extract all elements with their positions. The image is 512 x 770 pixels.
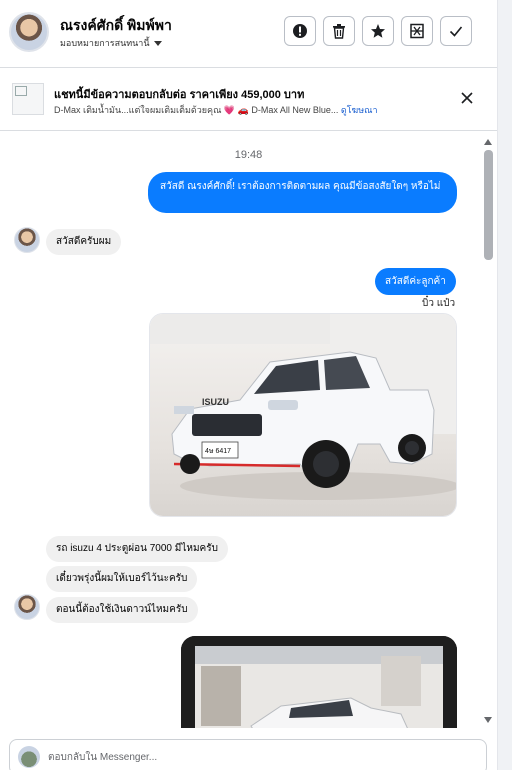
view-ad-link[interactable]: ดูโฆษณา (341, 105, 378, 115)
scroll-up-arrow[interactable] (484, 139, 492, 145)
ad-title: แชทนี้มีข้อความตอบกลับต่อ ราคาเพียง 459,… (54, 89, 305, 101)
assign-label: มอบหมายการสนทนานี้ (60, 38, 150, 48)
incoming-message: รถ isuzu 4 ประตูผ่อน 7000 มีไหมครับ (46, 536, 228, 562)
archive-icon (410, 23, 424, 39)
star-icon (371, 24, 385, 38)
contact-name[interactable]: ณรงค์ศักดิ์ พิมพ์พา (60, 15, 172, 37)
checkmark-icon (449, 26, 463, 37)
header-actions (284, 16, 472, 46)
conversation-header: ณรงค์ศักดิ์ พิมพ์พา มอบหมายการสนทนานี้ (0, 0, 497, 68)
mark-done-button[interactable] (440, 16, 472, 46)
incoming-message: สวัสดีครับผม (46, 229, 122, 255)
page-avatar (18, 746, 40, 768)
truck-image: ISUZU 4ษ 6417 (150, 314, 456, 516)
mark-spam-button[interactable] (284, 16, 316, 46)
seen-by-label: บิ๋ว แป๋ว (422, 298, 456, 309)
incoming-message: เดี๋ยวพรุ่งนี้ผมให้เบอร์ไว้นะครับ (46, 566, 198, 592)
outgoing-message: สวัสดีค่ะลูกค้า (375, 268, 456, 295)
ad-context-bar: แชทนี้มีข้อความตอบกลับต่อ ราคาเพียง 459,… (0, 69, 497, 131)
ad-thumbnail-icon (12, 83, 44, 115)
assign-conversation-dropdown[interactable]: มอบหมายการสนทนานี้ (60, 36, 162, 50)
close-icon[interactable] (460, 91, 474, 105)
archive-button[interactable] (401, 16, 433, 46)
truck-photo[interactable] (181, 636, 457, 728)
ad-subtitle: D-Max เติมน้ำมัน...แต่ใจผมเติมเต็มด้วยคุ… (54, 105, 339, 115)
reply-input[interactable] (48, 748, 468, 766)
truck-photo[interactable]: ISUZU 4ษ 6417 (149, 313, 457, 517)
contact-avatar[interactable] (9, 12, 49, 52)
outgoing-message: สวัสดี ณรงค์ศักดิ์! เราต้องการติดตามผล ค… (148, 172, 457, 213)
scrollbar-thumb[interactable] (484, 150, 493, 260)
contact-avatar-small (14, 594, 40, 620)
trash-icon (333, 24, 345, 39)
scroll-down-arrow[interactable] (484, 717, 492, 723)
window-edge (497, 0, 512, 770)
truck-image (181, 636, 457, 728)
message-timestamp: 19:48 (234, 149, 263, 161)
license-plate: 4ษ 6417 (205, 448, 231, 455)
delete-button[interactable] (323, 16, 355, 46)
reply-composer (9, 739, 487, 770)
contact-avatar-small (14, 227, 40, 253)
chevron-down-icon (153, 40, 162, 46)
message-thread[interactable]: 19:48 สวัสดี ณรงค์ศักดิ์! เราต้องการติดต… (0, 132, 497, 728)
ad-subtitle-row: D-Max เติมน้ำมัน...แต่ใจผมเติมเต็มด้วยคุ… (54, 103, 378, 117)
alert-icon (293, 24, 307, 38)
incoming-message: ตอนนี้ต้องใช้เงินดาวน์ไหมครับ (46, 597, 198, 623)
svg-text:ISUZU: ISUZU (202, 397, 229, 407)
message-text: สวัสดี ณรงค์ศักดิ์! เราต้องการติดตามผล ค… (160, 181, 441, 192)
conversation-panel: ณรงค์ศักดิ์ พิมพ์พา มอบหมายการสนทนานี้ แ… (0, 0, 497, 770)
star-button[interactable] (362, 16, 394, 46)
